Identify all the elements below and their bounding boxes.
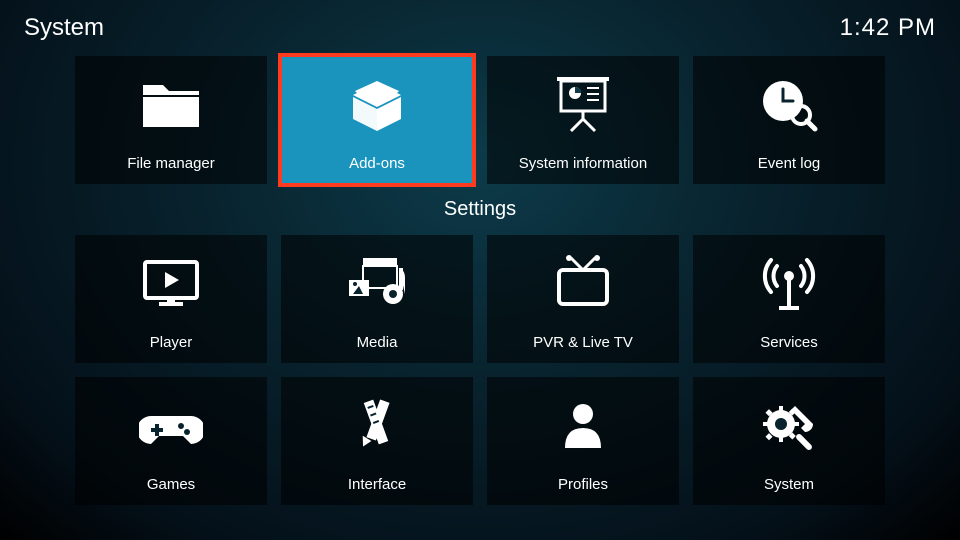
tile-label: Profiles	[558, 476, 608, 493]
tile-label: Interface	[348, 476, 406, 493]
clock: 1:42 PM	[840, 14, 936, 42]
gear-wrench-icon	[757, 391, 821, 459]
tile-label: Games	[147, 476, 195, 493]
monitor-play-icon	[139, 249, 203, 317]
tile-system-information[interactable]: System information	[487, 56, 679, 184]
tile-event-log[interactable]: Event log	[693, 56, 885, 184]
tile-label: Add-ons	[349, 155, 405, 172]
settings-row-2: Games Interface Profiles System	[0, 377, 960, 505]
tile-label: File manager	[127, 155, 215, 172]
tile-media[interactable]: Media	[281, 235, 473, 363]
tile-add-ons[interactable]: Add-ons	[281, 56, 473, 184]
tile-label: System	[764, 476, 814, 493]
tile-games[interactable]: Games	[75, 377, 267, 505]
tile-interface[interactable]: Interface	[281, 377, 473, 505]
presentation-icon	[551, 70, 615, 138]
folder-icon	[139, 70, 203, 138]
tile-label: PVR & Live TV	[533, 334, 633, 351]
tile-label: Services	[760, 334, 818, 351]
tile-player[interactable]: Player	[75, 235, 267, 363]
page-title: System	[24, 14, 104, 42]
tile-profiles[interactable]: Profiles	[487, 377, 679, 505]
section-title: Settings	[0, 198, 960, 221]
box-icon	[345, 70, 409, 138]
tile-label: System information	[519, 155, 647, 172]
tile-system[interactable]: System	[693, 377, 885, 505]
gamepad-icon	[139, 391, 203, 459]
tv-icon	[551, 249, 615, 317]
tile-label: Event log	[758, 155, 821, 172]
user-icon	[551, 391, 615, 459]
antenna-icon	[757, 249, 821, 317]
tile-label: Player	[150, 334, 193, 351]
top-row: File manager Add-ons System information Eve…	[0, 56, 960, 184]
clock-search-icon	[757, 70, 821, 138]
media-library-icon	[345, 249, 409, 317]
pencil-ruler-icon	[345, 391, 409, 459]
tile-services[interactable]: Services	[693, 235, 885, 363]
tile-label: Media	[357, 334, 398, 351]
tile-file-manager[interactable]: File manager	[75, 56, 267, 184]
tile-pvr-live-tv[interactable]: PVR & Live TV	[487, 235, 679, 363]
settings-row-1: Player Media PVR & Live TV Services	[0, 235, 960, 363]
header-bar: System 1:42 PM	[0, 0, 960, 42]
